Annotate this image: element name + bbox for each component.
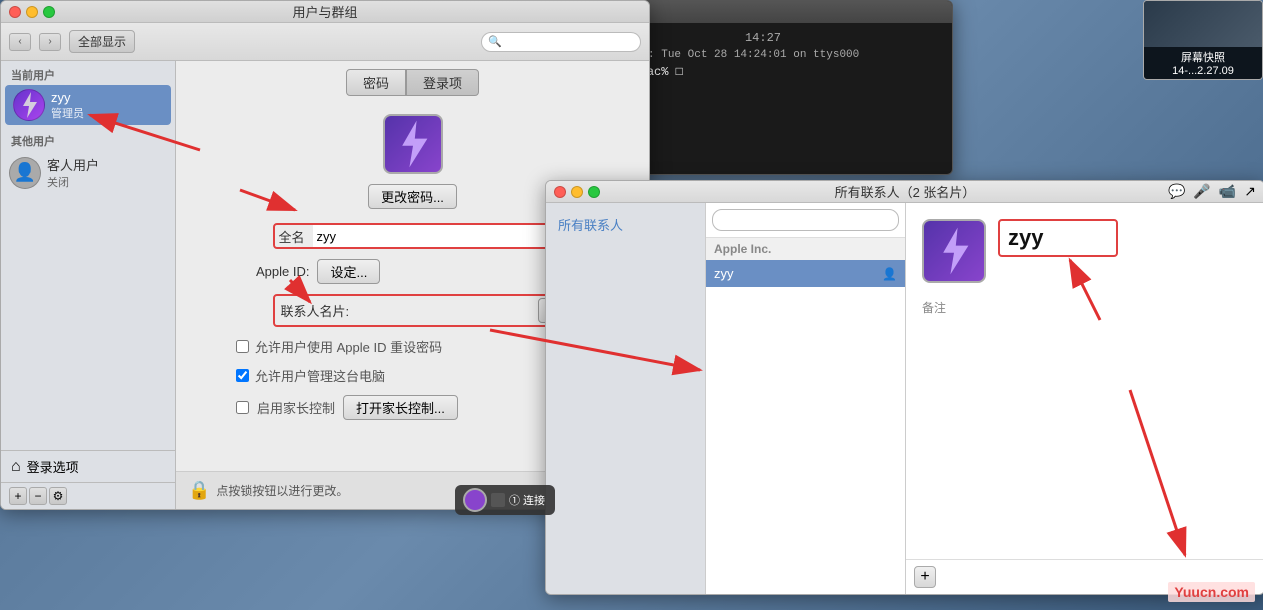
notification-icon	[491, 493, 505, 507]
minimize-btn[interactable]	[26, 6, 38, 18]
search-input[interactable]	[506, 35, 634, 49]
contacts-toolbar-icons: 💬 🎤 📹 ↗	[1168, 183, 1256, 200]
add-contact-button[interactable]: +	[914, 566, 936, 588]
contacts-search-input[interactable]	[712, 209, 899, 231]
share-icon[interactable]: ↗	[1244, 183, 1256, 200]
contacts-detail: zyy 备注 +	[906, 203, 1263, 594]
watermark: Yuucn.com	[1168, 582, 1255, 602]
contacts-title: 所有联系人（2 张名片）	[835, 182, 976, 201]
contact-detail-spacer	[906, 316, 1263, 559]
username-zyy: zyy	[51, 90, 84, 105]
sidebar-item-login-options[interactable]: ⌂ 登录选项	[1, 450, 175, 482]
contacts-close-btn[interactable]	[554, 186, 566, 198]
contact-person-icon: 👤	[882, 267, 897, 281]
user-avatar-large[interactable]	[383, 114, 443, 174]
lock-icon: 🔒	[188, 480, 210, 501]
traffic-lights	[9, 6, 55, 18]
appleid-label: Apple ID:	[256, 264, 309, 279]
fullname-label: 全名	[275, 227, 313, 246]
search-box[interactable]: 🔍	[481, 32, 641, 52]
close-btn[interactable]	[9, 6, 21, 18]
tab-password[interactable]: 密码	[346, 69, 406, 96]
contacts-group-apple: Apple Inc.	[706, 238, 905, 260]
contact-name-zyy: zyy	[714, 266, 734, 281]
contact-card-label: 联系人名片:	[281, 301, 350, 320]
contact-name-box: zyy	[998, 219, 1118, 257]
contacts-list-item-zyy[interactable]: zyy 👤	[706, 260, 905, 287]
toolbar: ‹ › 全部显示 🔍	[1, 23, 649, 61]
lock-icon-area: 🔒 点按锁按钮以进行更改。	[188, 480, 348, 501]
back-button[interactable]: ‹	[9, 33, 31, 51]
checkbox-label-3: 启用家长控制	[257, 398, 335, 417]
maximize-btn[interactable]	[43, 6, 55, 18]
contact-lightning-svg	[936, 227, 972, 275]
search-icon: 🔍	[488, 35, 502, 48]
avatar-lightning-svg	[395, 120, 431, 168]
checkbox-label-2: 允许用户管理这台电脑	[255, 366, 385, 385]
mic-icon[interactable]: 🎤	[1193, 183, 1210, 200]
user-avatar-guest: 👤	[9, 157, 41, 189]
contacts-traffic-lights	[554, 186, 600, 198]
tab-login-items[interactable]: 登录项	[406, 69, 479, 96]
notification-text: ① 连接	[509, 492, 545, 508]
guest-username: 客人用户	[47, 155, 99, 174]
contact-name-display: zyy	[1008, 225, 1043, 250]
sidebar-item-zyy[interactable]: zyy 管理员	[5, 85, 171, 125]
contact-avatar-detail	[922, 219, 986, 283]
sidebar: 当前用户 zyy 管理员 其他用户 👤	[1, 61, 176, 509]
contacts-detail-header: zyy	[906, 203, 1263, 299]
chat-icon[interactable]: 💬	[1168, 183, 1185, 200]
current-users-label: 当前用户	[1, 61, 175, 85]
checkbox-label-1: 允许用户使用 Apple ID 重设密码	[255, 337, 442, 356]
sidebar-item-guest[interactable]: 👤 客人用户 关闭	[1, 151, 175, 194]
change-password-row: 更改密码...	[368, 184, 457, 209]
sidebar-spacer	[1, 194, 175, 450]
notification-avatar	[463, 488, 487, 512]
contacts-body: 所有联系人 Apple Inc. zyy 👤	[546, 203, 1263, 594]
other-users-label: 其他用户	[1, 125, 175, 151]
video-icon[interactable]: 📹	[1219, 183, 1236, 200]
screenshot-thumbnail[interactable]: 屏幕快照 14-...2.27.09	[1143, 0, 1263, 80]
checkbox-manage-computer[interactable]	[236, 369, 249, 382]
settings-button[interactable]: ⚙	[49, 487, 67, 505]
tab-bar: 密码 登录项	[176, 61, 649, 104]
sidebar-bottom-actions: + − ⚙	[1, 482, 175, 509]
contacts-max-btn[interactable]	[588, 186, 600, 198]
add-user-button[interactable]: +	[9, 487, 27, 505]
contacts-sidebar-all[interactable]: 所有联系人	[546, 211, 705, 238]
contacts-search-box	[706, 203, 905, 238]
contacts-list-panel: Apple Inc. zyy 👤	[706, 203, 906, 594]
user-info-zyy: zyy 管理员	[51, 90, 84, 121]
footer-text: 点按锁按钮以进行更改。	[216, 482, 348, 499]
checkbox-apple-id-reset[interactable]	[236, 340, 249, 353]
change-password-button[interactable]: 更改密码...	[368, 184, 457, 209]
contact-notes-label: 备注	[906, 299, 1263, 316]
show-all-button[interactable]: 全部显示	[69, 30, 135, 53]
user-info-guest: 客人用户 关闭	[47, 155, 99, 190]
home-icon: ⌂	[11, 458, 21, 476]
checkbox-parental-control[interactable]	[236, 401, 249, 414]
contacts-sidebar: 所有联系人	[546, 203, 706, 594]
login-options-label: 登录选项	[27, 457, 79, 476]
contacts-window: 所有联系人（2 张名片） 💬 🎤 📹 ↗ 所有联系人 Apple Inc. zy…	[545, 180, 1263, 595]
window-titlebar: 用户与群组	[1, 1, 649, 23]
forward-button[interactable]: ›	[39, 33, 61, 51]
window-title: 用户与群组	[292, 2, 357, 21]
user-avatar-zyy	[13, 89, 45, 121]
lightning-svg	[19, 92, 39, 118]
guest-role: 关闭	[47, 174, 99, 190]
remove-user-button[interactable]: −	[29, 487, 47, 505]
open-parental-button[interactable]: 打开家长控制...	[343, 395, 458, 420]
contacts-titlebar: 所有联系人（2 张名片） 💬 🎤 📹 ↗	[546, 181, 1263, 203]
user-role-zyy: 管理员	[51, 105, 84, 121]
set-appleid-button[interactable]: 设定...	[317, 259, 380, 284]
screenshot-label: 屏幕快照 14-...2.27.09	[1144, 47, 1262, 79]
notification-bar: ① 连接	[455, 485, 555, 515]
contacts-min-btn[interactable]	[571, 186, 583, 198]
